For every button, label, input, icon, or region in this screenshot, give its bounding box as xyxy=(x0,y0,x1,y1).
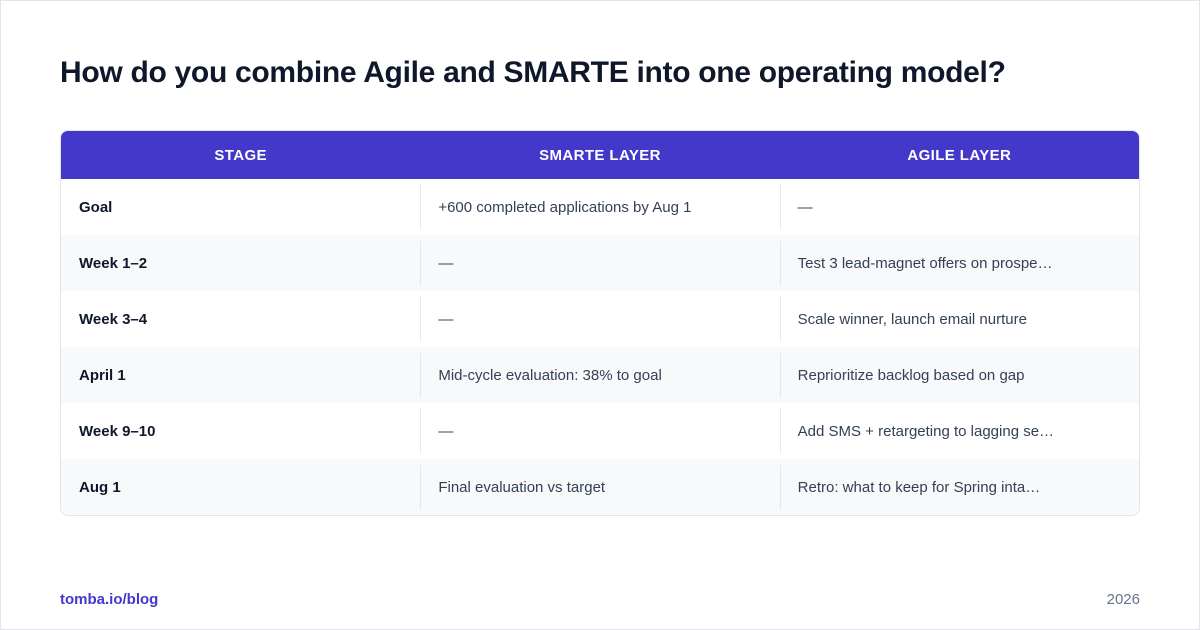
header-stage: STAGE xyxy=(214,146,267,164)
page-title: How do you combine Agile and SMARTE into… xyxy=(60,56,1006,89)
smarte-cell: — xyxy=(420,403,779,459)
table-row: Week 1–2 — Test 3 lead-magnet offers on … xyxy=(61,235,1139,291)
agile-cell: Retro: what to keep for Spring inta… xyxy=(779,459,1139,515)
table-body: Goal +600 completed applications by Aug … xyxy=(61,179,1139,515)
table-row: Aug 1 Final evaluation vs target Retro: … xyxy=(61,459,1139,515)
agile-cell: Scale winner, launch email nurture xyxy=(779,291,1139,347)
stage-cell: Week 1–2 xyxy=(79,254,148,272)
stage-cell: Goal xyxy=(79,198,113,216)
stage-cell: Week 9–10 xyxy=(79,422,156,440)
smarte-cell: — xyxy=(420,291,779,347)
agile-cell: Reprioritize backlog based on gap xyxy=(779,347,1139,403)
year-label: 2026 xyxy=(1106,591,1140,608)
header-smarte-layer: SMARTE LAYER xyxy=(539,146,661,164)
agile-cell: Test 3 lead-magnet offers on prospe… xyxy=(779,235,1139,291)
table-row: Goal +600 completed applications by Aug … xyxy=(61,179,1139,235)
source-link[interactable]: tomba.io/blog xyxy=(60,591,158,608)
table-row: Week 3–4 — Scale winner, launch email nu… xyxy=(61,291,1139,347)
smarte-cell: Mid-cycle evaluation: 38% to goal xyxy=(420,347,779,403)
stage-cell: Week 3–4 xyxy=(79,310,148,328)
stage-cell: April 1 xyxy=(79,366,126,384)
table-row: April 1 Mid-cycle evaluation: 38% to goa… xyxy=(61,347,1139,403)
stage-cell: Aug 1 xyxy=(79,478,121,496)
smarte-cell: — xyxy=(420,235,779,291)
operating-model-table: STAGE SMARTE LAYER AGILE LAYER Goal +600… xyxy=(60,130,1140,516)
table-row: Week 9–10 — Add SMS + retargeting to lag… xyxy=(61,403,1139,459)
agile-cell: Add SMS + retargeting to lagging se… xyxy=(779,403,1139,459)
agile-cell: — xyxy=(779,179,1139,235)
smarte-cell: +600 completed applications by Aug 1 xyxy=(420,179,779,235)
smarte-cell: Final evaluation vs target xyxy=(420,459,779,515)
table-header: STAGE SMARTE LAYER AGILE LAYER xyxy=(61,131,1139,179)
header-agile-layer: AGILE LAYER xyxy=(907,146,1012,164)
